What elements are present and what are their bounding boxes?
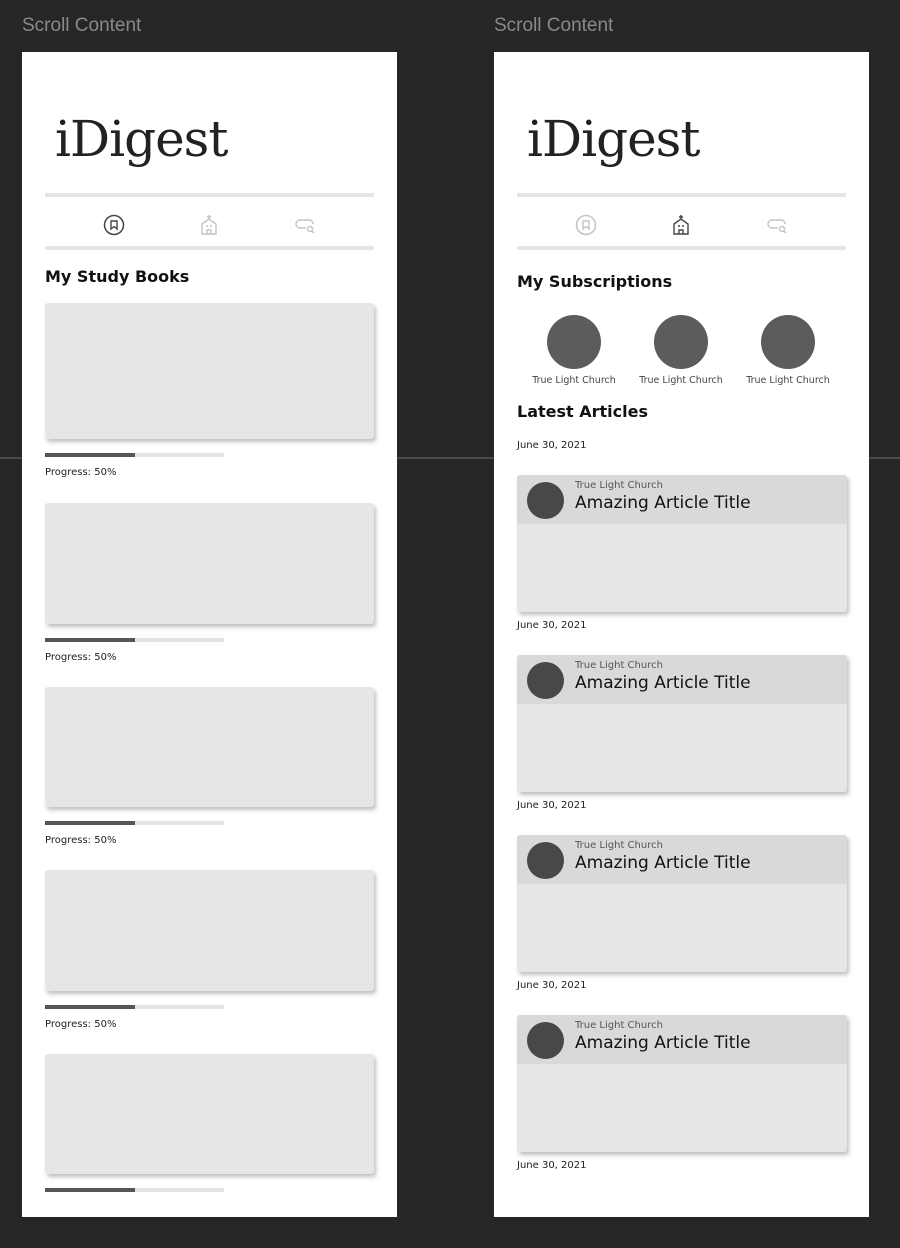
app-logo: iDigest <box>55 110 228 168</box>
section-title: Latest Articles <box>517 402 648 421</box>
article-header: True Light Church Amazing Article Title <box>517 475 847 524</box>
bookmark-circle-icon <box>575 214 597 240</box>
article-header: True Light Church Amazing Article Title <box>517 835 847 884</box>
bookmark-circle-icon <box>103 214 125 240</box>
article-card[interactable]: True Light Church Amazing Article Title <box>517 655 847 792</box>
article-date: June 30, 2021 <box>517 800 587 811</box>
subscriptions-screen: iDigest My Subscriptions True Light Church… <box>494 52 869 1217</box>
subscription-name: True Light Church <box>746 375 830 386</box>
subscription-name: True Light Church <box>639 375 723 386</box>
search-chat-icon <box>294 219 316 240</box>
article-title: Amazing Article Title <box>575 493 751 513</box>
article-church: True Light Church <box>575 480 663 491</box>
app-logo: iDigest <box>527 110 700 168</box>
article-title: Amazing Article Title <box>575 673 751 693</box>
church-icon <box>198 215 220 240</box>
article-card[interactable]: True Light Church Amazing Article Title <box>517 835 847 972</box>
progress-fill <box>45 1005 135 1009</box>
nav-tab-bookmark-circle[interactable] <box>103 214 125 236</box>
church-icon <box>670 215 692 240</box>
progress-label: Progress: 50% <box>45 467 117 478</box>
progress-label: Progress: 50% <box>45 1019 117 1030</box>
article-church: True Light Church <box>575 1020 663 1031</box>
article-date: June 30, 2021 <box>517 440 587 451</box>
study-book-card[interactable] <box>45 1054 374 1174</box>
article-church: True Light Church <box>575 840 663 851</box>
study-book-card[interactable] <box>45 303 374 439</box>
section-title: My Study Books <box>45 267 190 286</box>
progress-fill <box>45 821 135 825</box>
article-card[interactable]: True Light Church Amazing Article Title <box>517 1015 847 1152</box>
study-books-screen: iDigest My Study Books Progress: 50% Progre… <box>22 52 397 1217</box>
progress-bar <box>45 1005 224 1009</box>
nav-tab-church[interactable] <box>198 214 220 236</box>
article-header: True Light Church Amazing Article Title <box>517 1015 847 1064</box>
church-avatar <box>527 1022 564 1059</box>
progress-bar <box>45 638 224 642</box>
article-date: June 30, 2021 <box>517 1160 587 1171</box>
church-avatar <box>761 315 815 369</box>
article-title: Amazing Article Title <box>575 853 751 873</box>
article-card[interactable]: True Light Church Amazing Article Title <box>517 475 847 612</box>
nav-tab-search-chat[interactable] <box>766 214 788 236</box>
progress-label: Progress: 50% <box>45 652 117 663</box>
frame-label: Scroll Content <box>494 15 614 36</box>
church-avatar <box>527 842 564 879</box>
nav-divider-top <box>517 193 846 197</box>
church-avatar <box>527 662 564 699</box>
nav-tab-church[interactable] <box>670 214 692 236</box>
nav-tab-bookmark-circle[interactable] <box>575 214 597 236</box>
progress-bar <box>45 453 224 457</box>
church-avatar <box>527 482 564 519</box>
progress-fill <box>45 638 135 642</box>
study-book-card[interactable] <box>45 687 374 807</box>
article-date: June 30, 2021 <box>517 980 587 991</box>
section-title: My Subscriptions <box>517 272 673 291</box>
subscription-name: True Light Church <box>532 375 616 386</box>
nav-divider-bottom <box>45 246 374 250</box>
progress-fill <box>45 453 135 457</box>
article-header: True Light Church Amazing Article Title <box>517 655 847 704</box>
nav-divider-top <box>45 193 374 197</box>
subscription-item[interactable]: True Light Church <box>524 315 624 386</box>
church-avatar <box>547 315 601 369</box>
nav-tab-search-chat[interactable] <box>294 214 316 236</box>
nav-divider-bottom <box>517 246 846 250</box>
progress-fill <box>45 1188 135 1192</box>
article-date: June 30, 2021 <box>517 620 587 631</box>
progress-label: Progress: 50% <box>45 835 117 846</box>
frame-label: Scroll Content <box>22 15 142 36</box>
subscription-item[interactable]: True Light Church <box>631 315 731 386</box>
study-book-card[interactable] <box>45 870 374 991</box>
progress-bar <box>45 1188 224 1192</box>
search-chat-icon <box>766 219 788 240</box>
study-book-card[interactable] <box>45 503 374 624</box>
subscription-item[interactable]: True Light Church <box>738 315 838 386</box>
church-avatar <box>654 315 708 369</box>
article-church: True Light Church <box>575 660 663 671</box>
progress-bar <box>45 821 224 825</box>
article-title: Amazing Article Title <box>575 1033 751 1053</box>
